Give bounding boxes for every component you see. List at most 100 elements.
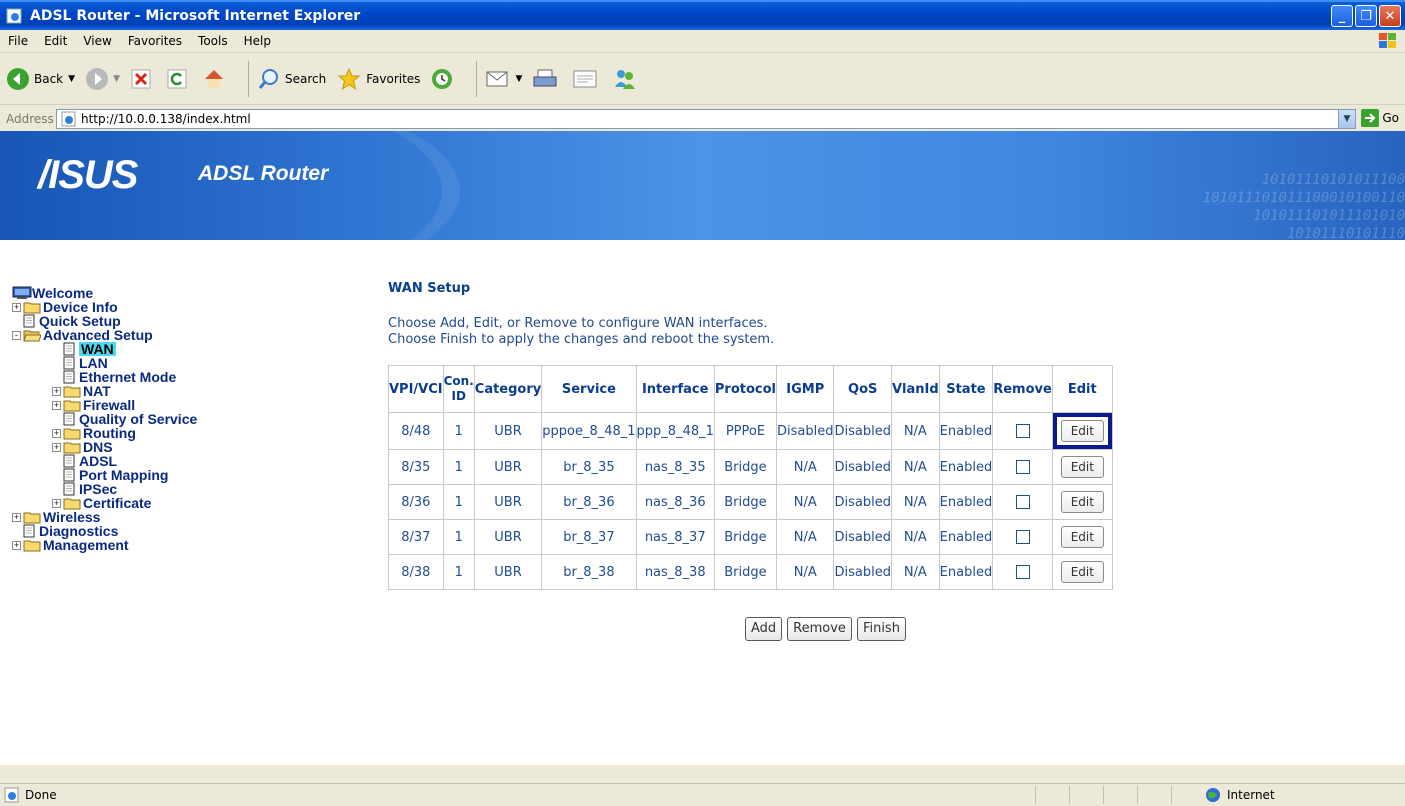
menu-edit[interactable]: Edit — [36, 34, 75, 48]
remove-checkbox[interactable] — [1015, 460, 1030, 474]
stop-button[interactable] — [130, 68, 156, 90]
edit-page-button[interactable] — [572, 68, 602, 90]
edit-button[interactable]: Edit — [1060, 491, 1104, 513]
table-cell: Enabled — [938, 449, 994, 485]
nav-item-ethernet-mode[interactable]: Ethernet Mode — [12, 370, 352, 384]
nav-item-dns[interactable]: + DNS — [12, 440, 352, 454]
document-icon — [23, 524, 35, 538]
nav-tree: Welcome + Device Info Quick Setup - Advanced … — [12, 286, 352, 552]
expand-icon[interactable]: + — [52, 428, 61, 438]
nav-item-device-info[interactable]: + Device Info — [12, 300, 352, 314]
nav-item-certificate[interactable]: + Certificate — [12, 496, 352, 510]
favorites-button[interactable]: Favorites — [336, 67, 420, 91]
expand-icon[interactable]: + — [52, 498, 61, 508]
page-viewport: /ISUS ADSL Router 10101110101011100 1010… — [0, 131, 1405, 765]
nav-item-quality-of-service[interactable]: Quality of Service — [12, 412, 352, 426]
remove-checkbox[interactable] — [1015, 565, 1030, 579]
nav-item-firewall[interactable]: + Firewall — [12, 398, 352, 412]
print-button[interactable] — [532, 67, 562, 91]
nav-item-wan[interactable]: WAN — [12, 342, 352, 356]
nav-item-ipsec[interactable]: IPSec — [12, 482, 352, 496]
column-header: VPI/VCI — [388, 365, 444, 413]
document-icon — [63, 342, 75, 356]
history-icon — [432, 68, 453, 89]
menu-view[interactable]: View — [75, 34, 119, 48]
table-cell: Disabled — [775, 412, 835, 450]
table-cell: 1 — [442, 519, 475, 555]
nav-item-port-mapping[interactable]: Port Mapping — [12, 468, 352, 482]
messenger-icon — [615, 69, 636, 89]
table-cell: 1 — [442, 484, 475, 520]
table-cell: Disabled — [833, 554, 892, 590]
expand-icon[interactable]: + — [12, 540, 21, 550]
search-button[interactable]: Search — [257, 67, 326, 91]
nav-item-welcome[interactable]: Welcome — [12, 286, 352, 300]
expand-icon[interactable]: + — [52, 386, 61, 396]
edit-button[interactable]: Edit — [1060, 420, 1104, 442]
document-icon — [63, 468, 75, 482]
nav-item-adsl[interactable]: ADSL — [12, 454, 352, 468]
nav-item-wireless[interactable]: + Wireless — [12, 510, 352, 524]
finish-button[interactable]: Finish — [856, 617, 906, 641]
go-button[interactable]: Go — [1361, 109, 1399, 127]
nav-item-lan[interactable]: LAN — [12, 356, 352, 370]
page-title: WAN Setup — [388, 281, 471, 296]
close-button[interactable]: ✕ — [1379, 5, 1401, 27]
menu-tools[interactable]: Tools — [190, 34, 236, 48]
restore-button[interactable]: ❐ — [1355, 5, 1377, 27]
document-icon — [23, 314, 35, 328]
minimize-button[interactable]: _ — [1331, 5, 1353, 27]
nav-item-label: Quick Setup — [39, 313, 121, 329]
remove-button[interactable]: Remove — [787, 617, 852, 641]
remove-checkbox[interactable] — [1015, 424, 1030, 438]
remove-checkbox[interactable] — [1015, 495, 1030, 509]
nav-item-label: ADSL — [79, 453, 118, 469]
ie-page-icon — [6, 8, 22, 24]
nav-item-label: Ethernet Mode — [79, 369, 177, 385]
menu-file[interactable]: File — [0, 34, 36, 48]
table-header-row: VPI/VCI Con. ID Category Service Interface Pr… — [388, 365, 1113, 413]
nav-item-label: Management — [43, 537, 129, 553]
column-header: Category — [473, 365, 543, 413]
address-input[interactable]: http://10.0.0.138/index.html ▼ — [56, 109, 1356, 129]
table-cell: Enabled — [938, 519, 994, 555]
table-cell: Bridge — [713, 519, 778, 555]
description-line-2: Choose Finish to apply the changes and r… — [388, 332, 775, 347]
expand-icon[interactable]: + — [52, 400, 61, 410]
search-icon — [258, 68, 278, 89]
home-button[interactable] — [202, 67, 230, 91]
add-button[interactable]: Add — [745, 617, 783, 641]
folder-icon — [23, 540, 41, 551]
collapse-icon[interactable]: - — [12, 330, 21, 340]
nav-item-diagnostics[interactable]: Diagnostics — [12, 524, 352, 538]
history-button[interactable] — [430, 67, 458, 91]
forward-button[interactable]: ▼ — [85, 67, 120, 91]
mail-button[interactable]: ▼ — [485, 68, 522, 90]
back-arrow-icon — [7, 67, 29, 90]
back-button[interactable]: Back ▼ — [6, 67, 75, 91]
nav-item-nat[interactable]: + NAT — [12, 384, 352, 398]
table-cell: Disabled — [833, 519, 892, 555]
column-header: QoS — [833, 365, 892, 413]
edit-button[interactable]: Edit — [1060, 561, 1104, 583]
nav-item-label: Certificate — [83, 495, 152, 511]
remove-checkbox[interactable] — [1015, 530, 1030, 544]
folder-icon — [63, 442, 81, 453]
nav-item-management[interactable]: + Management — [12, 538, 352, 552]
menu-help[interactable]: Help — [236, 34, 279, 48]
edit-button[interactable]: Edit — [1060, 526, 1104, 548]
nav-item-quick-setup[interactable]: Quick Setup — [12, 314, 352, 328]
menu-favorites[interactable]: Favorites — [120, 34, 190, 48]
edit-button[interactable]: Edit — [1060, 456, 1104, 478]
table-cell: PPPoE — [713, 412, 778, 450]
nav-item-routing[interactable]: + Routing — [12, 426, 352, 440]
address-dropdown-button[interactable]: ▼ — [1338, 110, 1355, 128]
expand-icon[interactable]: + — [12, 512, 21, 522]
document-icon — [63, 412, 75, 426]
refresh-button[interactable] — [166, 68, 192, 90]
table-row: 8/36 1 UBR br_8_36 nas_8_36 Bridge N/A Disabled… — [388, 484, 1113, 520]
expand-icon[interactable]: + — [52, 442, 61, 452]
expand-icon[interactable]: + — [12, 302, 21, 312]
messenger-button[interactable] — [612, 67, 642, 91]
nav-item-advanced-setup[interactable]: - Advanced Setup — [12, 328, 352, 342]
